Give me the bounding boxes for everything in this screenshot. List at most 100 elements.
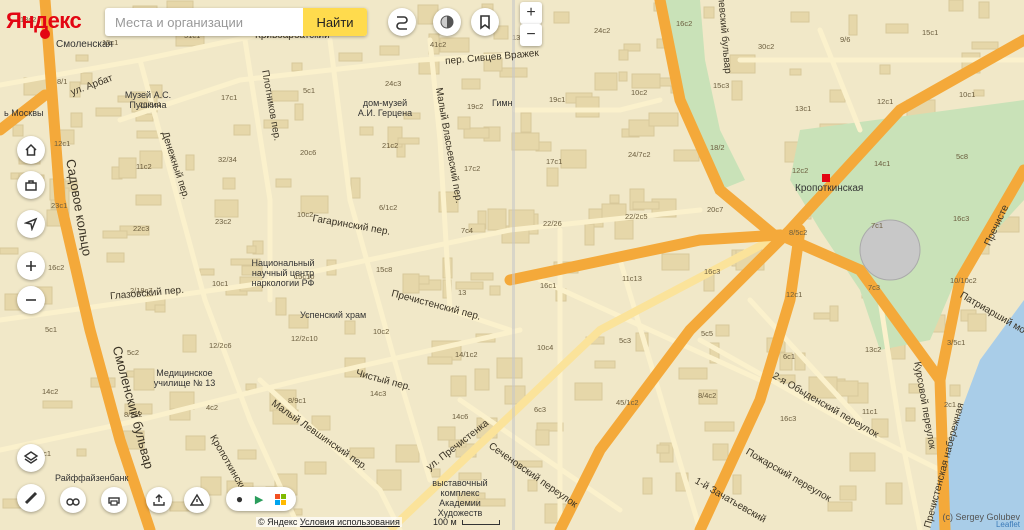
metro-kropotkinskaya-label[interactable]: Кропоткинская — [795, 184, 863, 194]
layers-toggle-button[interactable] — [433, 8, 461, 36]
warning-icon — [190, 493, 204, 506]
building-number-label: 13c2 — [865, 345, 881, 354]
windows-icon[interactable] — [275, 493, 287, 505]
building-number-label: 7c4 — [461, 226, 473, 235]
building-block — [106, 252, 125, 263]
app-stores-badge[interactable]: ● ▶ — [226, 487, 296, 511]
building-block — [520, 112, 532, 133]
building-block — [789, 68, 802, 76]
ruler-button[interactable] — [17, 484, 45, 512]
building-block — [905, 407, 916, 422]
building-block — [848, 14, 858, 36]
building-block — [678, 367, 708, 380]
building-number-label: 14c6 — [452, 412, 468, 421]
building-block — [618, 71, 628, 82]
poi-pushkin-museum[interactable]: Музей А.С. Пушкина — [118, 90, 178, 110]
locate-button[interactable] — [17, 210, 45, 238]
layers-icon — [23, 451, 39, 464]
building-block — [575, 96, 600, 118]
map-zoom-out-button[interactable] — [17, 286, 45, 314]
building-number-label: 22/26 — [543, 219, 562, 228]
work-button[interactable] — [17, 171, 45, 199]
metro-kropotkinskaya-marker[interactable] — [822, 174, 830, 182]
building-block — [594, 72, 618, 91]
building-number-label: 11c1 — [862, 407, 878, 416]
bookmarks-button[interactable] — [471, 8, 499, 36]
building-block — [489, 285, 501, 296]
building-block — [359, 126, 374, 136]
poi-moscow: ь Москвы — [4, 108, 44, 118]
building-block — [185, 154, 195, 171]
building-block — [304, 461, 327, 475]
building-number-label: 16c2 — [676, 19, 692, 28]
building-block — [594, 360, 616, 369]
building-block — [199, 268, 215, 276]
building-number-label: 18/2 — [710, 143, 725, 152]
poi-uspensky-church[interactable]: Успенский храм — [300, 310, 366, 320]
building-block — [648, 112, 679, 127]
building-number-label: 24/7c2 — [628, 150, 651, 159]
building-number-label: 20c7 — [707, 205, 723, 214]
building-block — [395, 444, 420, 463]
building-number-label: 5c8 — [956, 152, 968, 161]
leaflet-link[interactable]: Leaflet — [996, 520, 1020, 529]
search-input[interactable] — [105, 8, 315, 36]
poi-gimn: Гимн — [492, 98, 513, 108]
building-block — [237, 449, 257, 460]
printer-icon — [108, 497, 120, 506]
building-block — [461, 78, 481, 90]
building-block — [715, 324, 730, 337]
building-number-label: 12c2 — [792, 166, 808, 175]
building-block — [949, 384, 961, 397]
building-block — [154, 304, 166, 313]
report-error-button[interactable] — [184, 487, 210, 513]
building-number-label: 6c3 — [534, 405, 546, 414]
building-number-label: 23c2 — [215, 217, 231, 226]
google-play-icon[interactable]: ▶ — [255, 493, 263, 506]
building-number-label: 22c3 — [133, 224, 149, 233]
building-block — [496, 357, 523, 379]
home-button[interactable] — [17, 136, 45, 164]
poi-raiffeisenbank[interactable]: Райффайзенбанк — [55, 473, 128, 483]
building-block — [879, 64, 891, 75]
building-number-label: 10c1 — [959, 90, 975, 99]
building-number-label: 6c1 — [783, 352, 795, 361]
yandex-logo[interactable]: Яндекс — [6, 8, 82, 34]
share-button[interactable] — [146, 487, 172, 513]
building-block — [971, 41, 999, 50]
building-number-label: 10c1 — [212, 279, 228, 288]
metro-smolenskaya-label[interactable]: Смоленская — [56, 40, 113, 50]
building-number-label: 8/1 — [57, 77, 67, 86]
poi-art-academy[interactable]: выставочный комплекс Академии Художеств — [420, 478, 500, 518]
zoom-in-button[interactable]: + — [520, 2, 542, 24]
poi-medical-school[interactable]: Медицинское училище № 13 — [152, 368, 217, 388]
routes-button[interactable] — [388, 8, 416, 36]
building-number-label: 10c2 — [631, 88, 647, 97]
terms-link[interactable]: Условия использования — [300, 517, 400, 527]
building-block — [397, 137, 420, 145]
building-block — [271, 90, 299, 102]
zoom-out-button[interactable]: − — [520, 24, 542, 46]
building-block — [102, 230, 128, 239]
map-zoom-in-button[interactable] — [17, 252, 45, 280]
building-block — [185, 435, 206, 451]
print-button[interactable] — [101, 487, 127, 513]
building-block — [885, 23, 909, 34]
map-layers-button[interactable] — [17, 444, 45, 472]
minus-icon — [26, 299, 36, 301]
poi-herzen-museum[interactable]: дом-музей А.И. Герцена — [355, 98, 415, 118]
building-number-label: 16c3 — [704, 267, 720, 276]
building-number-label: 15c3 — [713, 81, 729, 90]
building-block — [849, 452, 876, 472]
building-block — [76, 448, 87, 457]
apple-icon[interactable]: ● — [236, 492, 243, 506]
building-block — [344, 320, 356, 335]
scale-bar — [462, 520, 500, 525]
building-block — [338, 52, 363, 62]
poi-narcology-center[interactable]: Национальный научный центр наркологии РФ — [248, 258, 318, 288]
panorama-button[interactable] — [60, 487, 86, 513]
search-button[interactable]: Найти — [303, 8, 367, 36]
half-circle-icon — [440, 15, 454, 29]
building-block — [12, 124, 24, 137]
building-number-label: 15c1 — [922, 28, 938, 37]
